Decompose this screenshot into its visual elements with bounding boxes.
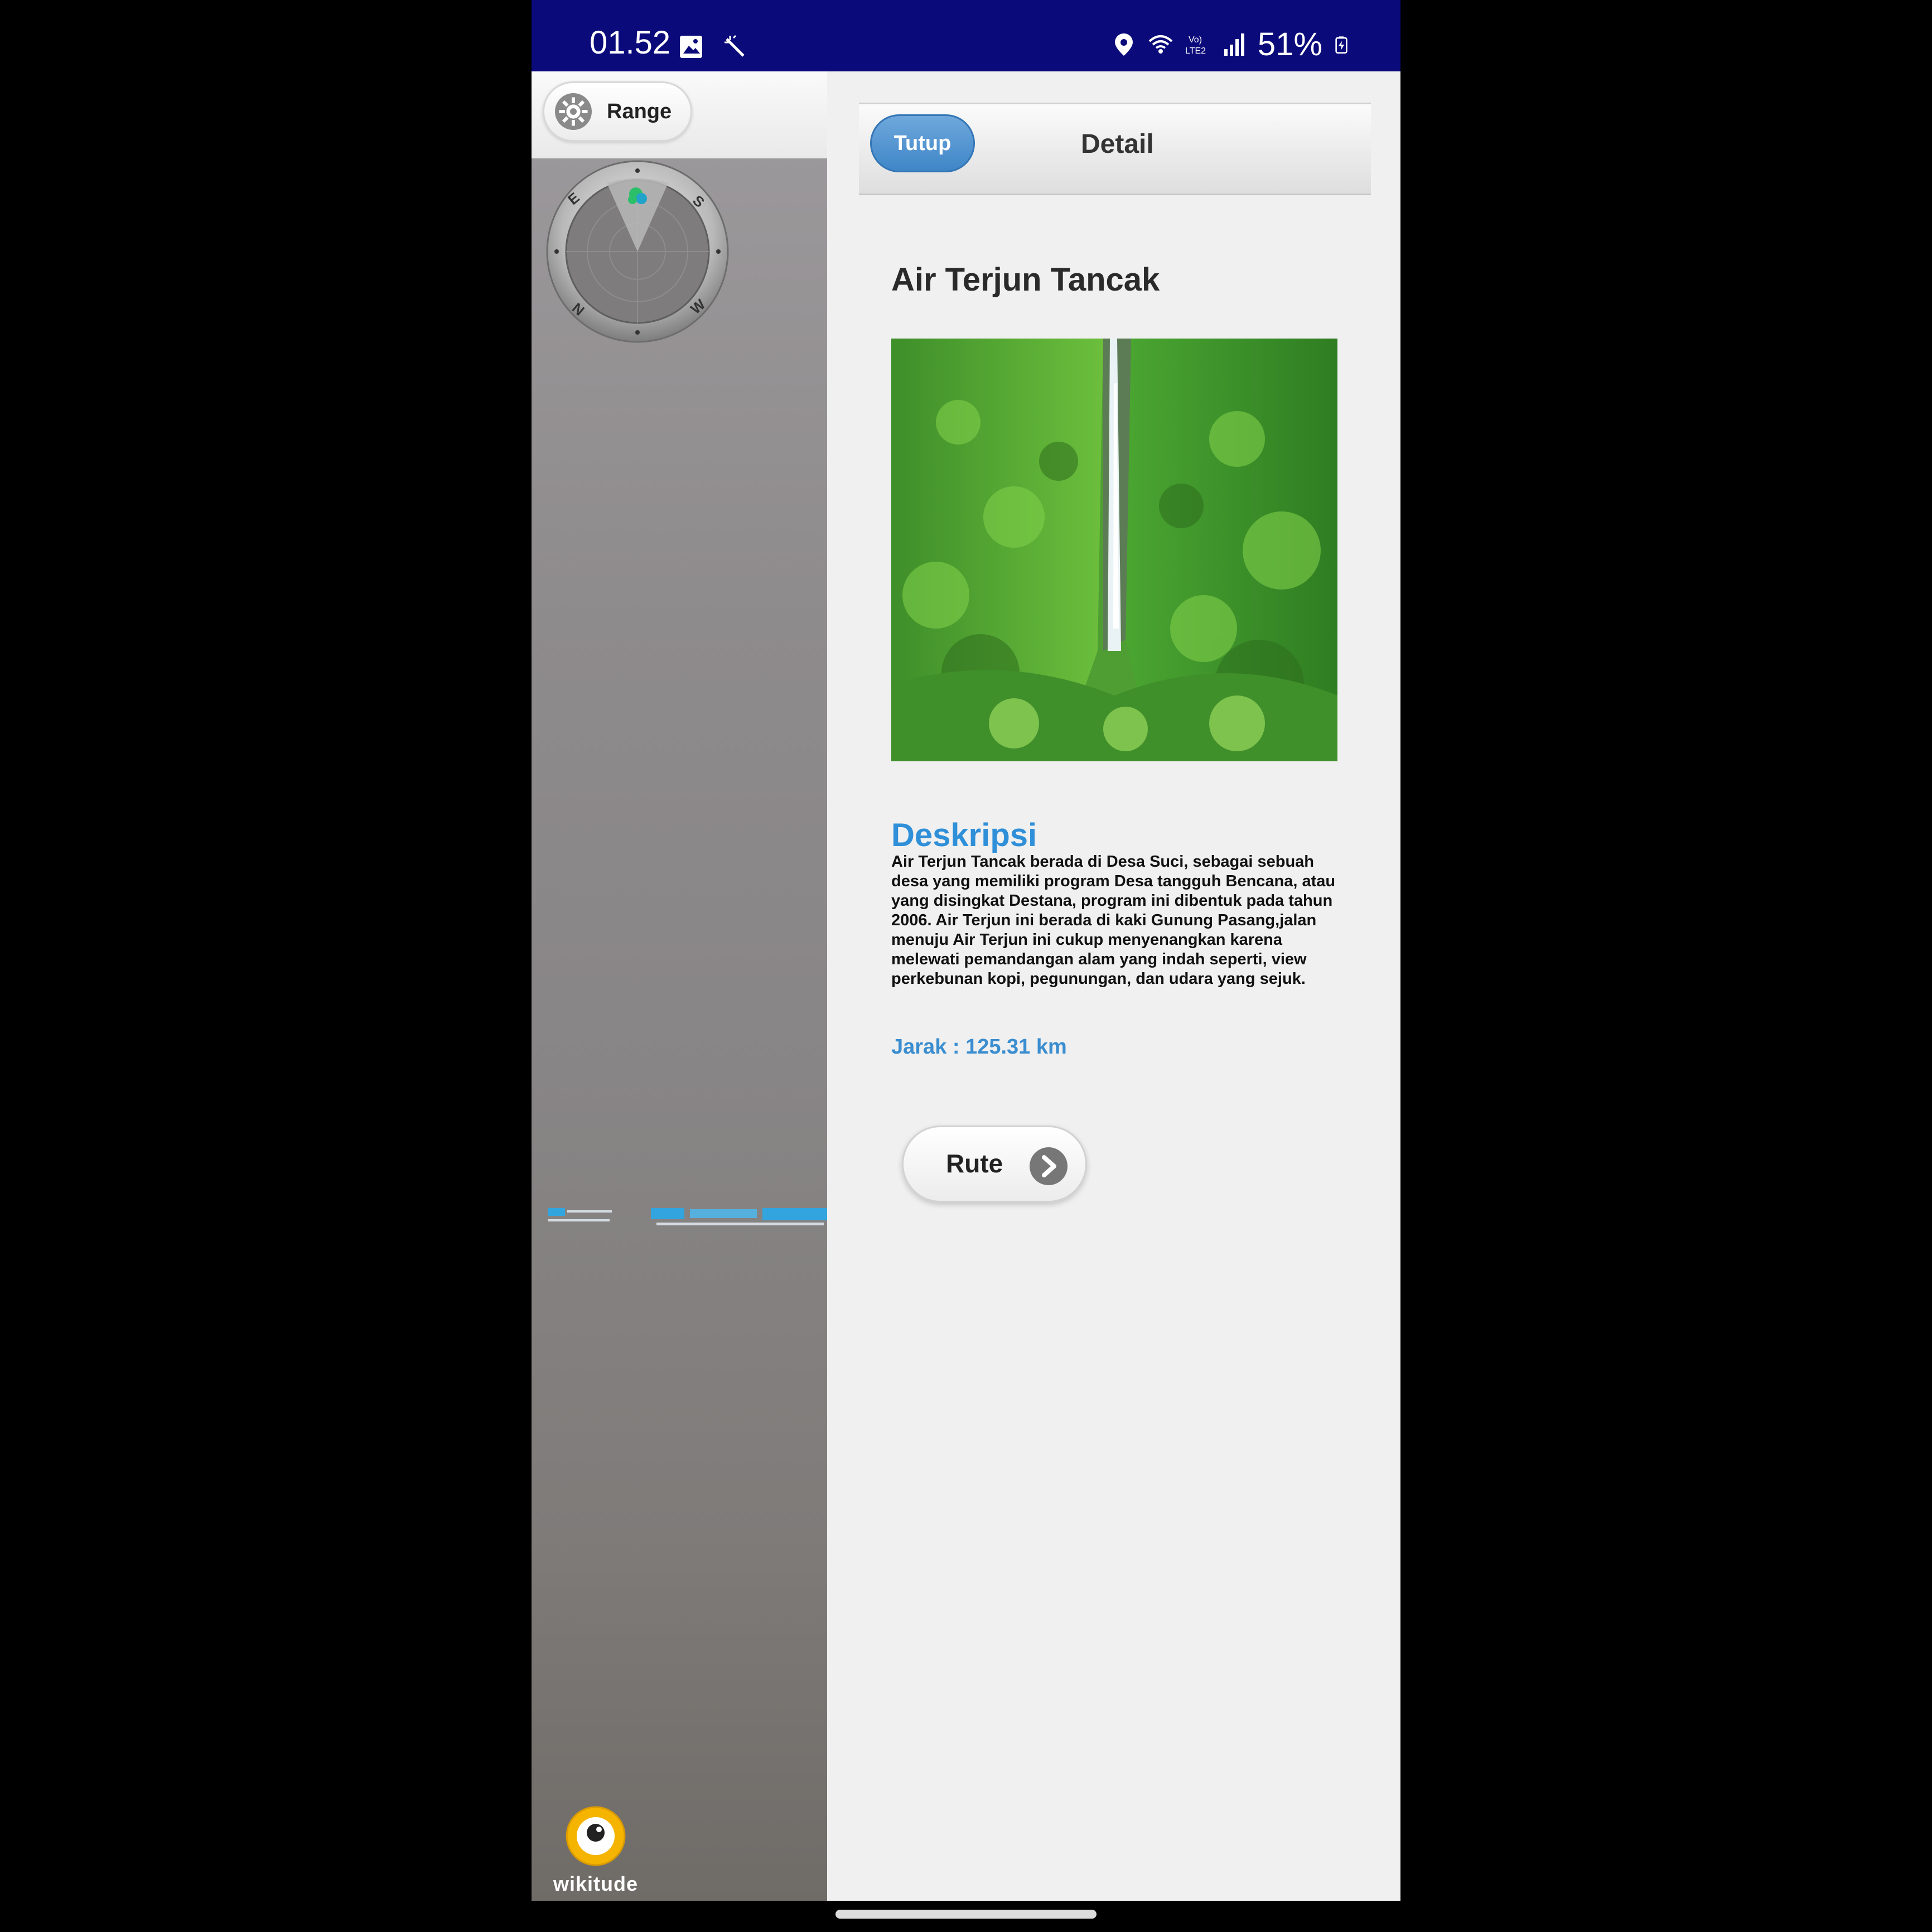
status-time: 01.52 bbox=[590, 25, 671, 61]
place-photo bbox=[891, 339, 1337, 761]
wikitude-eye-icon bbox=[566, 1806, 626, 1866]
phone-screen: 01.52 Vo) LTE2 51% Range E S N W wikitud… bbox=[532, 0, 1400, 1901]
range-bar: Range bbox=[532, 71, 827, 158]
battery-icon bbox=[1335, 36, 1347, 54]
volte-lte-icon: Vo) LTE2 bbox=[1185, 35, 1206, 56]
chevron-right-icon bbox=[1030, 1147, 1068, 1185]
close-button[interactable]: Tutup bbox=[870, 114, 975, 172]
svg-text:LTE2: LTE2 bbox=[1185, 46, 1206, 56]
description-text: Air Terjun Tancak berada di Desa Suci, s… bbox=[891, 853, 1336, 988]
gallery-icon bbox=[680, 36, 702, 58]
signal-icon bbox=[1224, 33, 1244, 56]
detail-panel: Tutup Detail Air Terjun Tancak Deskripsi… bbox=[827, 71, 1400, 1901]
location-icon bbox=[1114, 33, 1133, 56]
status-bar: 01.52 Vo) LTE2 51% bbox=[532, 0, 1400, 71]
header-title: Detail bbox=[1081, 129, 1154, 159]
distance-label: Jarak : 125.31 km bbox=[891, 1035, 1067, 1059]
gear-icon bbox=[555, 93, 592, 130]
magic-wand-icon bbox=[724, 35, 745, 57]
wifi-icon bbox=[1148, 35, 1173, 54]
camera-view[interactable]: Range E S N W wikitude bbox=[532, 71, 827, 1901]
wikitude-wordmark: wikitude bbox=[553, 1872, 639, 1895]
description-heading: Deskripsi bbox=[891, 817, 1037, 853]
place-title: Air Terjun Tancak bbox=[891, 262, 1160, 298]
battery-percent: 51% bbox=[1257, 26, 1322, 62]
range-button[interactable]: Range bbox=[543, 81, 692, 142]
detail-header: Tutup Detail bbox=[859, 103, 1371, 195]
radar-compass[interactable]: E S N W bbox=[545, 160, 730, 344]
ar-label-2[interactable] bbox=[651, 1204, 827, 1235]
svg-text:Vo): Vo) bbox=[1189, 35, 1202, 45]
range-button-label: Range bbox=[607, 99, 672, 123]
route-button-label: Rute bbox=[946, 1149, 1003, 1178]
home-indicator[interactable] bbox=[835, 1910, 1097, 1919]
ar-label-1[interactable] bbox=[548, 1204, 626, 1235]
wikitude-logo: wikitude bbox=[548, 1806, 643, 1896]
route-button[interactable]: Rute bbox=[902, 1126, 1087, 1202]
